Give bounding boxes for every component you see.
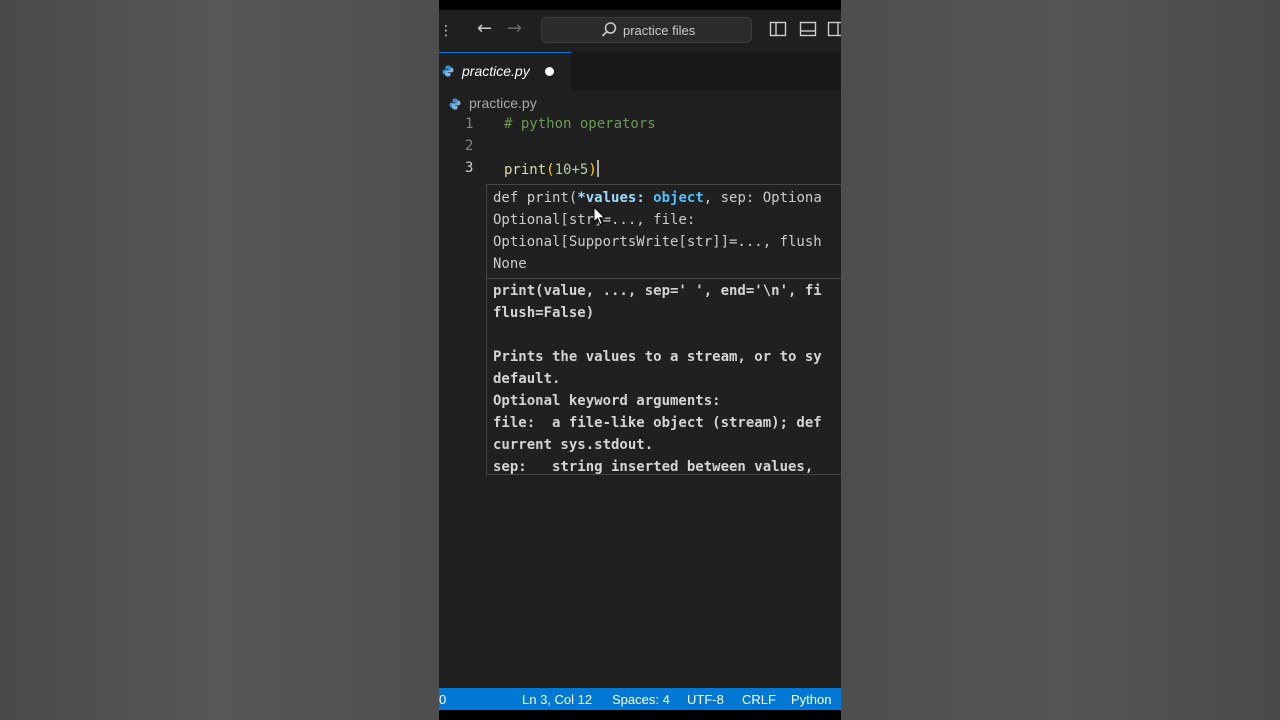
doc-line: Prints the values to a stream, or to sy — [493, 349, 822, 365]
doc-line: sep: string inserted between values, — [493, 459, 814, 475]
unsaved-changes-dot-icon[interactable] — [545, 67, 554, 76]
signature-text: , sep: Optiona — [703, 190, 822, 206]
letterbox-bottom — [439, 710, 841, 720]
toggle-panel-icon[interactable] — [799, 20, 817, 38]
toggle-primary-sidebar-icon[interactable] — [769, 20, 787, 38]
hover-tooltip: def print(*values: object, sep: Optiona … — [486, 184, 841, 475]
search-icon — [601, 22, 617, 37]
background-left — [0, 0, 439, 720]
vscode-window: ⋮ ← → practice files practice.py practic… — [439, 0, 841, 720]
toggle-secondary-sidebar-icon[interactable] — [827, 20, 841, 38]
command-center-search[interactable]: practice files — [541, 17, 752, 43]
editor-tab-bar: practice.py — [439, 52, 841, 90]
doc-line — [493, 324, 841, 346]
code-comment: # python operators — [504, 116, 656, 132]
status-problems[interactable]: 0 — [439, 692, 446, 707]
python-file-icon — [442, 65, 454, 77]
title-bar: ⋮ ← → practice files — [439, 10, 841, 52]
line-number: 1 — [465, 116, 474, 132]
signature-type: object — [653, 190, 704, 206]
code-open-paren: ( — [546, 162, 555, 178]
doc-line: print(value, ..., sep=' ', end='\n', fi — [493, 283, 822, 299]
signature-line: None — [493, 256, 527, 272]
status-language-mode[interactable]: Python — [791, 692, 831, 707]
mouse-pointer-icon — [593, 206, 606, 226]
text-cursor — [596, 160, 599, 177]
hover-divider — [487, 278, 841, 279]
code-line-1: 1 # python operators — [439, 116, 841, 138]
breadcrumb: practice.py — [439, 90, 841, 116]
signature-line: def print(*values: object, sep: Optiona — [493, 187, 841, 209]
doc-line: default. — [493, 371, 561, 387]
search-text: practice files — [623, 23, 696, 38]
signature-param: *values — [577, 190, 637, 206]
signature-line: Optional[SupportsWrite[str]]=..., flush — [493, 234, 822, 250]
line-number: 2 — [465, 138, 474, 154]
status-indentation[interactable]: Spaces: 4 — [612, 692, 670, 707]
code-line-3: 3 print(10+5) — [439, 160, 841, 182]
code-statement: print(10+5) — [504, 160, 599, 178]
python-file-icon — [449, 98, 461, 110]
signature-colon: : — [636, 190, 654, 206]
doc-line: flush=False) — [493, 305, 595, 321]
status-line-ending[interactable]: CRLF — [742, 692, 776, 707]
signature-line: Optional[str]=..., file: — [493, 212, 696, 228]
doc-line: file: a file-like object (stream); def — [493, 415, 822, 431]
code-editor[interactable]: 1 # python operators 2 3 print(10+5) def… — [439, 116, 841, 688]
arrow-left-icon[interactable]: ← — [477, 18, 492, 39]
status-encoding[interactable]: UTF-8 — [687, 692, 724, 707]
menu-dots-icon[interactable]: ⋮ — [439, 23, 453, 39]
status-bar: 0 Ln 3, Col 12 Spaces: 4 UTF-8 CRLF Pyth… — [439, 688, 841, 710]
background-right — [841, 0, 1280, 720]
tab-practice-py[interactable]: practice.py — [439, 52, 571, 90]
breadcrumb-file[interactable]: practice.py — [469, 95, 537, 111]
hover-docstring: print(value, ..., sep=' ', end='\n', fi … — [493, 280, 841, 475]
tab-label: practice.py — [462, 63, 530, 79]
code-line-2: 2 — [439, 138, 841, 160]
code-function-name: print — [504, 162, 547, 178]
code-close-paren: ) — [588, 162, 597, 178]
letterbox-top — [439, 0, 841, 10]
code-argument: 10+5 — [554, 162, 589, 178]
arrow-right-icon[interactable]: → — [507, 18, 522, 39]
doc-line: Optional keyword arguments: — [493, 393, 721, 409]
line-number: 3 — [465, 160, 474, 176]
hover-signature: def print(*values: object, sep: Optiona … — [493, 187, 841, 275]
signature-text: def print( — [493, 190, 578, 206]
doc-line: current sys.stdout. — [493, 437, 654, 453]
status-cursor-position[interactable]: Ln 3, Col 12 — [522, 692, 592, 707]
